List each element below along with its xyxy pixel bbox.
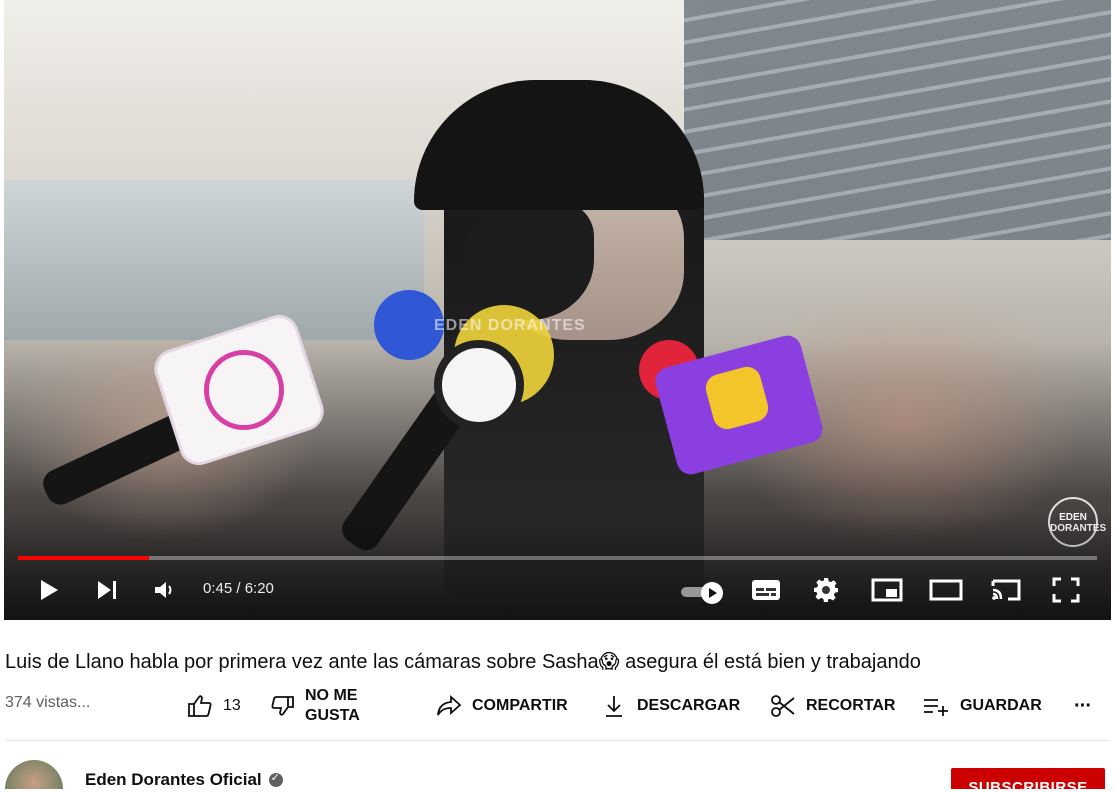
autoplay-play-icon — [709, 588, 717, 598]
volume-button[interactable] — [150, 574, 180, 606]
subtitles-button[interactable] — [750, 574, 782, 606]
verified-icon — [268, 771, 283, 787]
theater-icon — [929, 579, 963, 601]
settings-icon — [814, 578, 838, 602]
playlist-add-icon — [924, 699, 948, 716]
video-player[interactable]: EDEN DORANTES EDEN DORANTES 0:45 / 6:20 — [4, 0, 1111, 620]
share-button[interactable]: COMPARTIR — [436, 686, 568, 726]
next-icon — [98, 581, 116, 599]
video-title: Luis de Llano habla por primera vez ante… — [5, 651, 921, 673]
progress-bar[interactable] — [18, 556, 1097, 560]
download-button[interactable]: DESCARGAR — [603, 686, 740, 726]
video-watermark-center: EDEN DORANTES — [434, 317, 586, 334]
thumbs-down-icon — [271, 696, 294, 716]
play-icon — [41, 580, 58, 600]
settings-button[interactable] — [810, 574, 842, 606]
channel-name-text: Eden Dorantes Oficial — [85, 770, 262, 789]
volume-icon — [155, 582, 172, 598]
fullscreen-button[interactable] — [1050, 574, 1082, 606]
share-label: COMPARTIR — [472, 697, 568, 714]
channel-avatar[interactable] — [5, 760, 63, 792]
scissors-icon — [771, 695, 795, 717]
player-controls: 0:45 / 6:20 — [4, 566, 1111, 614]
clip-label: RECORTAR — [806, 697, 896, 714]
more-actions-icon: ··· — [1074, 694, 1092, 717]
view-count[interactable]: 374 vistas... — [5, 694, 90, 712]
save-button[interactable]: GUARDAR — [922, 686, 1042, 726]
progress-bar-played — [18, 556, 150, 560]
video-frame-mask — [464, 200, 594, 320]
download-label: DESCARGAR — [637, 697, 741, 714]
channel-name[interactable]: Eden Dorantes Oficial — [85, 770, 283, 790]
miniplayer-icon — [871, 578, 903, 602]
miniplayer-button[interactable] — [870, 574, 904, 606]
like-count: 13 — [223, 697, 241, 714]
clip-button[interactable]: RECORTAR — [770, 686, 895, 726]
video-frame-mic-logo — [204, 350, 284, 430]
save-label: GUARDAR — [960, 697, 1042, 714]
like-button[interactable]: 13 — [187, 686, 241, 726]
dislike-button[interactable]: NO ME GUSTA — [271, 686, 360, 726]
divider — [5, 740, 1108, 741]
more-actions-button[interactable]: ··· — [1074, 686, 1092, 726]
next-button[interactable] — [92, 574, 122, 606]
subtitles-icon — [752, 580, 780, 600]
dislike-label-line1: NO ME — [305, 687, 358, 704]
download-icon — [606, 696, 622, 717]
time-display: 0:45 / 6:20 — [203, 580, 274, 597]
video-frame-wall — [4, 180, 424, 340]
dislike-label-line2: GUSTA — [305, 707, 360, 724]
fullscreen-icon — [1052, 577, 1080, 603]
cast-button[interactable] — [988, 574, 1024, 606]
cast-icon — [991, 579, 1021, 601]
share-icon — [437, 695, 462, 716]
play-button[interactable] — [34, 574, 64, 606]
video-frame-mic-white — [434, 340, 524, 430]
thumbs-up-icon — [188, 695, 212, 717]
autoplay-toggle[interactable] — [681, 582, 723, 604]
video-frame-window — [684, 0, 1111, 240]
autoplay-knob — [701, 582, 723, 604]
theater-mode-button[interactable] — [928, 574, 964, 606]
